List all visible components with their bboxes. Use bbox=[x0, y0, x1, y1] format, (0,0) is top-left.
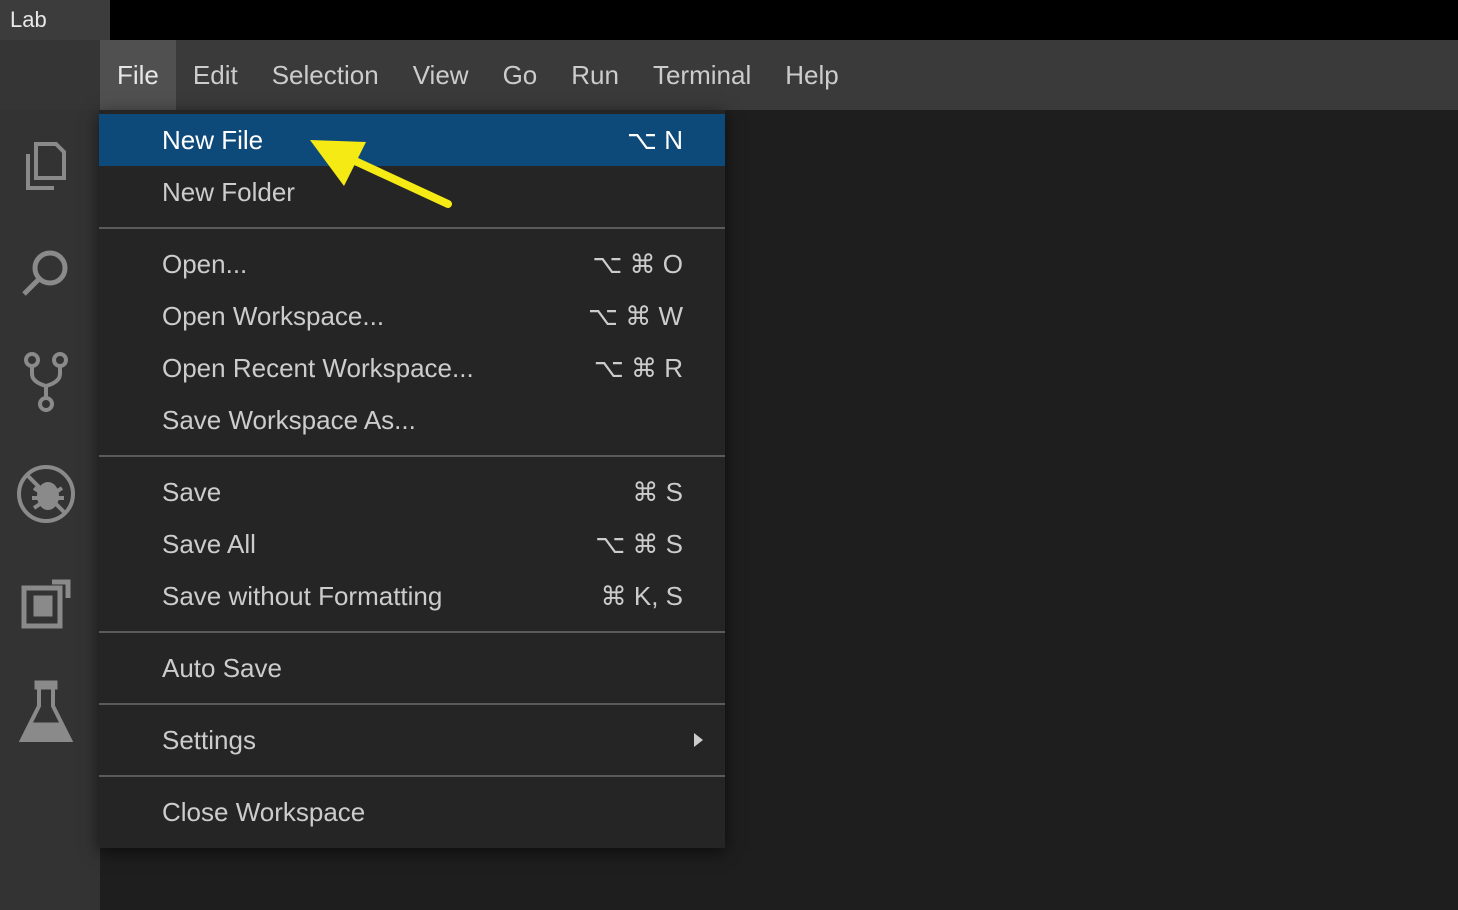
lab-flask-icon[interactable] bbox=[14, 680, 78, 744]
menu-item-label: Open Workspace... bbox=[162, 301, 385, 331]
menu-separator bbox=[99, 775, 725, 777]
menu-separator bbox=[99, 631, 725, 633]
menu-item-label: New Folder bbox=[162, 177, 295, 207]
submenu-arrow-icon bbox=[694, 733, 703, 747]
files-icon[interactable] bbox=[14, 134, 78, 198]
annotation-arrow-icon bbox=[310, 140, 452, 208]
menu-item-shortcut: ⌘ K, S bbox=[600, 581, 683, 611]
window-title: Lab bbox=[0, 0, 110, 40]
search-icon[interactable] bbox=[14, 242, 78, 306]
debug-icon[interactable] bbox=[14, 462, 78, 526]
menu-item-save-workspace-as[interactable]: Save Workspace As... bbox=[99, 394, 725, 446]
menu-item-open-workspace[interactable]: Open Workspace... ⌥ ⌘ W bbox=[99, 290, 725, 342]
menu-selection[interactable]: Selection bbox=[255, 40, 396, 110]
menu-item-label: Close Workspace bbox=[162, 797, 366, 827]
menu-separator bbox=[99, 455, 725, 457]
menu-item-label: Save bbox=[162, 477, 222, 507]
title-bar: Lab bbox=[0, 0, 1458, 40]
menu-file[interactable]: File bbox=[100, 40, 176, 110]
menu-separator bbox=[99, 227, 725, 229]
file-menu-dropdown: New File ⌥ N New Folder Open... ⌥ ⌘ O Op… bbox=[99, 110, 725, 848]
activity-bar bbox=[0, 110, 100, 910]
menu-item-open-recent-workspace[interactable]: Open Recent Workspace... ⌥ ⌘ R bbox=[99, 342, 725, 394]
menu-help[interactable]: Help bbox=[768, 40, 855, 110]
menu-terminal[interactable]: Terminal bbox=[636, 40, 768, 110]
menu-item-label: Auto Save bbox=[162, 653, 282, 683]
menu-item-label: Save All bbox=[162, 529, 256, 559]
menu-item-save-without-formatting[interactable]: Save without Formatting ⌘ K, S bbox=[99, 570, 725, 622]
menu-run[interactable]: Run bbox=[554, 40, 636, 110]
menu-item-label: Save without Formatting bbox=[162, 581, 443, 611]
menu-item-save[interactable]: Save ⌘ S bbox=[99, 466, 725, 518]
extensions-icon[interactable] bbox=[14, 572, 78, 636]
menu-item-shortcut: ⌥ ⌘ W bbox=[588, 301, 683, 331]
menu-item-shortcut: ⌥ N bbox=[627, 125, 683, 155]
menu-item-shortcut: ⌘ S bbox=[632, 477, 683, 507]
menu-item-label: New File bbox=[162, 125, 264, 155]
menu-separator bbox=[99, 703, 725, 705]
menu-item-auto-save[interactable]: Auto Save bbox=[99, 642, 725, 694]
menu-view[interactable]: View bbox=[396, 40, 486, 110]
menu-item-open[interactable]: Open... ⌥ ⌘ O bbox=[99, 238, 725, 290]
menu-item-settings[interactable]: Settings bbox=[99, 714, 725, 766]
menubar-spacer bbox=[0, 40, 100, 110]
menu-item-shortcut: ⌥ ⌘ R bbox=[593, 353, 683, 383]
menu-item-label: Settings bbox=[162, 725, 256, 755]
menu-item-shortcut: ⌥ ⌘ S bbox=[595, 529, 683, 559]
menu-bar: File Edit Selection View Go Run Terminal… bbox=[0, 40, 1458, 110]
source-control-icon[interactable] bbox=[14, 350, 78, 414]
menu-item-label: Save Workspace As... bbox=[162, 405, 416, 435]
menu-item-close-workspace[interactable]: Close Workspace bbox=[99, 786, 725, 838]
menu-edit[interactable]: Edit bbox=[176, 40, 255, 110]
menu-items: File Edit Selection View Go Run Terminal… bbox=[100, 40, 856, 110]
menu-item-label: Open Recent Workspace... bbox=[162, 353, 474, 383]
menu-item-label: Open... bbox=[162, 249, 248, 279]
menu-go[interactable]: Go bbox=[486, 40, 555, 110]
menu-item-save-all[interactable]: Save All ⌥ ⌘ S bbox=[99, 518, 725, 570]
menu-item-shortcut: ⌥ ⌘ O bbox=[592, 249, 683, 279]
